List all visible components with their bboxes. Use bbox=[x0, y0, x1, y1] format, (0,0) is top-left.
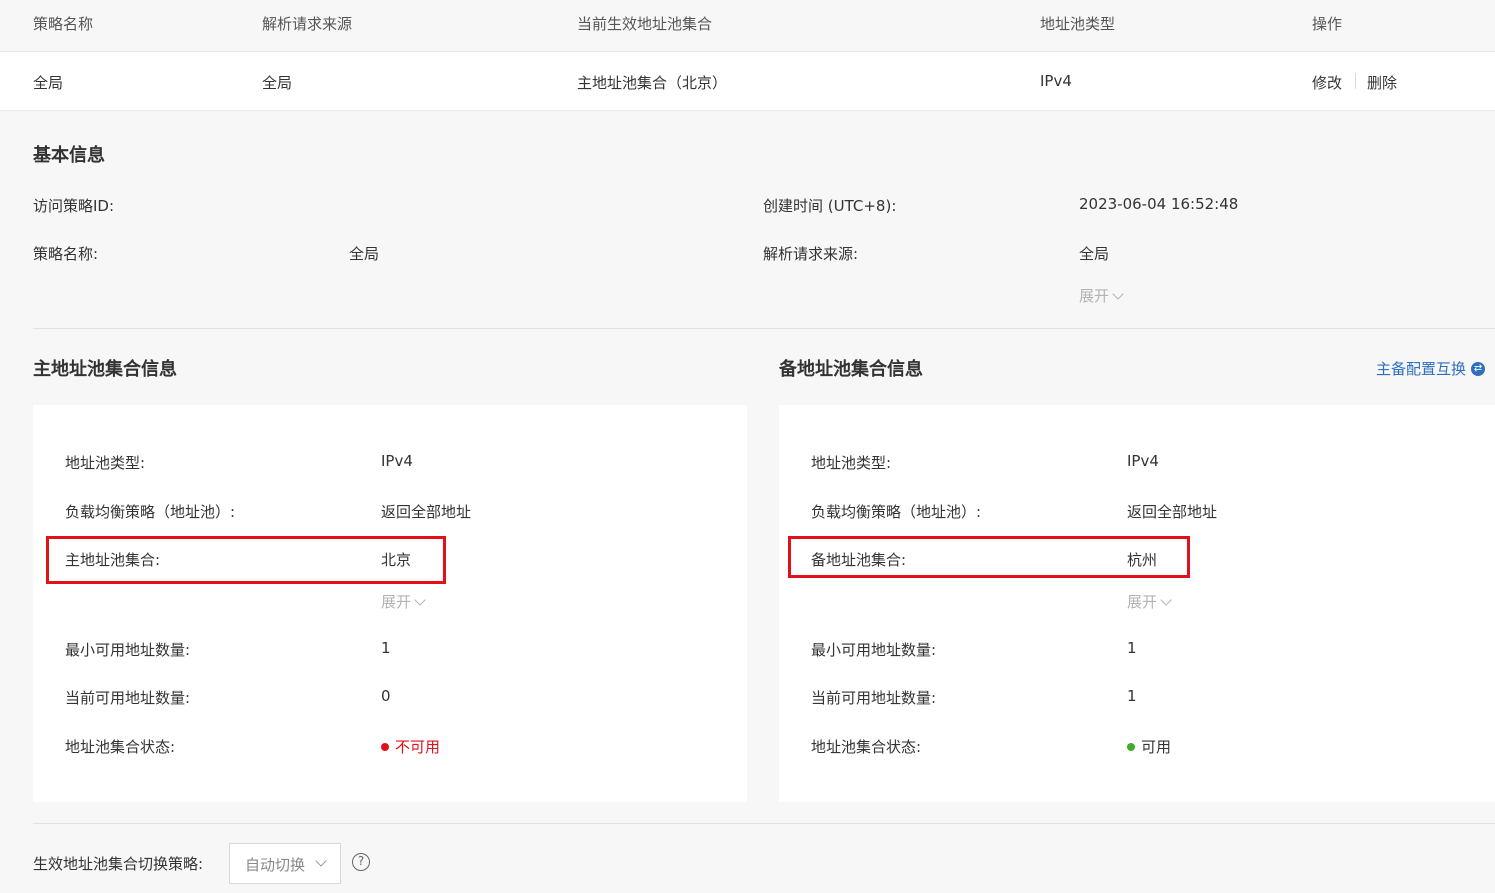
bottom-divider bbox=[33, 823, 1495, 824]
section-divider bbox=[33, 328, 1495, 329]
chevron-down-icon bbox=[312, 854, 327, 872]
policy-id-label: 访问策略ID: bbox=[33, 197, 115, 215]
backup-status-label: 地址池集合状态: bbox=[811, 738, 922, 756]
row-source: 全局 bbox=[262, 74, 293, 92]
row-active-pool: 主地址池集合（北京） bbox=[577, 74, 728, 92]
primary-expand-toggle[interactable]: 展开 bbox=[381, 591, 426, 612]
created-time-value: 2023-06-04 16:52:48 bbox=[1079, 195, 1239, 213]
swap-icon: ⇄ bbox=[1471, 361, 1486, 376]
backup-expand-toggle[interactable]: 展开 bbox=[1127, 591, 1172, 612]
created-time-label: 创建时间 (UTC+8): bbox=[763, 197, 897, 215]
backup-min-label: 最小可用地址数量: bbox=[811, 641, 937, 659]
source-value: 全局 bbox=[1079, 245, 1110, 263]
row-pool-type: IPv4 bbox=[1040, 72, 1072, 90]
backup-set-value: 杭州 bbox=[1127, 551, 1158, 569]
chevron-down-icon bbox=[1160, 594, 1172, 606]
backup-lb-value: 返回全部地址 bbox=[1127, 503, 1218, 521]
backup-pool-title: 备地址池集合信息 bbox=[779, 359, 923, 380]
primary-set-value: 北京 bbox=[381, 551, 412, 569]
backup-status: 可用 bbox=[1127, 736, 1171, 757]
chevron-down-icon bbox=[1112, 288, 1124, 300]
col-header-source: 解析请求来源 bbox=[262, 15, 353, 33]
primary-min-label: 最小可用地址数量: bbox=[65, 641, 191, 659]
source-label: 解析请求来源: bbox=[763, 245, 859, 263]
delete-link[interactable]: 删除 bbox=[1367, 72, 1397, 93]
status-dot-icon bbox=[381, 742, 389, 751]
question-circle-icon[interactable]: ? bbox=[352, 853, 370, 871]
primary-lb-value: 返回全部地址 bbox=[381, 503, 472, 521]
backup-status-value: 可用 bbox=[1141, 738, 1172, 756]
basic-info-title: 基本信息 bbox=[33, 145, 105, 166]
action-separator bbox=[1355, 73, 1356, 89]
col-header-active-pool: 当前生效地址池集合 bbox=[577, 15, 713, 33]
switch-strategy-label: 生效地址池集合切换策略: bbox=[33, 855, 204, 873]
primary-pool-title: 主地址池集合信息 bbox=[33, 359, 177, 380]
primary-lb-label: 负载均衡策略（地址池）: bbox=[65, 503, 236, 521]
primary-status-label: 地址池集合状态: bbox=[65, 738, 176, 756]
swap-config-link[interactable]: 主备配置互换 ⇄ bbox=[1376, 358, 1486, 379]
primary-status: 不可用 bbox=[381, 736, 440, 757]
primary-cur-label: 当前可用地址数量: bbox=[65, 689, 191, 707]
chevron-down-icon bbox=[414, 594, 426, 606]
primary-min-value: 1 bbox=[381, 639, 391, 657]
col-header-pool-type: 地址池类型 bbox=[1040, 15, 1116, 33]
policy-name-link[interactable]: 全局 bbox=[33, 72, 63, 93]
backup-type-label: 地址池类型: bbox=[811, 454, 892, 472]
backup-cur-label: 当前可用地址数量: bbox=[811, 689, 937, 707]
primary-cur-value: 0 bbox=[381, 687, 391, 705]
backup-lb-label: 负载均衡策略（地址池）: bbox=[811, 503, 982, 521]
col-header-policy-name: 策略名称 bbox=[33, 15, 94, 33]
switch-strategy-value: 自动切换 bbox=[245, 856, 306, 874]
col-header-actions: 操作 bbox=[1312, 15, 1343, 33]
primary-expand-label: 展开 bbox=[381, 593, 412, 611]
edit-link[interactable]: 修改 bbox=[1312, 72, 1342, 93]
policy-name-label: 策略名称: bbox=[33, 245, 99, 263]
backup-type-value: IPv4 bbox=[1127, 452, 1159, 470]
swap-config-label: 主备配置互换 bbox=[1376, 360, 1467, 378]
basic-expand-toggle[interactable]: 展开 bbox=[1079, 285, 1124, 306]
backup-min-value: 1 bbox=[1127, 639, 1137, 657]
primary-set-label: 主地址池集合: bbox=[65, 551, 161, 569]
policy-name-value: 全局 bbox=[349, 245, 380, 263]
table-row: 全局 全局 主地址池集合（北京） IPv4 修改 删除 bbox=[0, 52, 1495, 111]
table-header: 策略名称 解析请求来源 当前生效地址池集合 地址池类型 操作 bbox=[0, 0, 1495, 52]
switch-strategy-select[interactable]: 自动切换 bbox=[229, 843, 341, 884]
basic-expand-label: 展开 bbox=[1079, 287, 1110, 305]
backup-set-label: 备地址池集合: bbox=[811, 551, 907, 569]
backup-expand-label: 展开 bbox=[1127, 593, 1158, 611]
primary-type-value: IPv4 bbox=[381, 452, 413, 470]
primary-status-value: 不可用 bbox=[395, 738, 441, 756]
status-dot-icon bbox=[1127, 742, 1135, 751]
backup-cur-value: 1 bbox=[1127, 687, 1137, 705]
primary-type-label: 地址池类型: bbox=[65, 454, 146, 472]
